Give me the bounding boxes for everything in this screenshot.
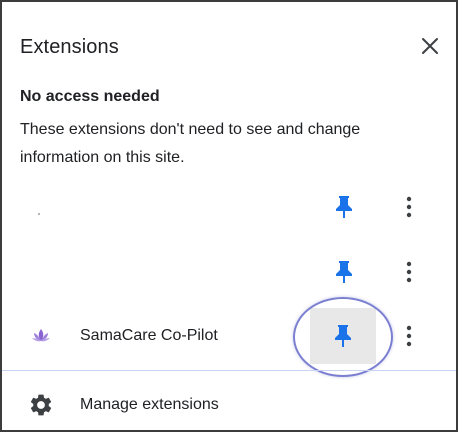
extension-icon <box>38 213 40 215</box>
more-vert-icon <box>406 196 412 218</box>
more-options-button[interactable] <box>398 256 420 288</box>
extension-row[interactable]: SamaCare Co-Pilot <box>2 305 456 365</box>
pin-button[interactable] <box>328 256 360 288</box>
more-options-button[interactable] <box>398 320 420 352</box>
extension-row[interactable] <box>2 240 456 300</box>
more-vert-icon <box>406 261 412 283</box>
more-vert-icon <box>406 325 412 347</box>
more-options-button[interactable] <box>398 191 420 223</box>
close-button[interactable] <box>416 32 444 60</box>
pin-icon <box>336 196 352 218</box>
manage-extensions-label: Manage extensions <box>80 396 219 413</box>
close-icon <box>422 38 438 54</box>
extension-row[interactable] <box>2 175 456 235</box>
divider <box>2 370 456 371</box>
gear-icon <box>30 394 52 416</box>
manage-extensions-button[interactable]: Manage extensions <box>2 374 456 432</box>
lotus-icon <box>32 329 50 342</box>
extension-name: SamaCare Co-Pilot <box>80 327 218 344</box>
section-description: These extensions don't need to see and c… <box>20 121 361 166</box>
pin-icon <box>336 261 352 283</box>
panel-title: Extensions <box>20 36 119 58</box>
extensions-panel: Extensions No access needed These extens… <box>0 0 458 432</box>
section-heading: No access needed <box>20 88 160 105</box>
pin-button[interactable] <box>328 191 360 223</box>
pin-icon <box>335 325 351 347</box>
pin-button[interactable] <box>310 308 376 364</box>
